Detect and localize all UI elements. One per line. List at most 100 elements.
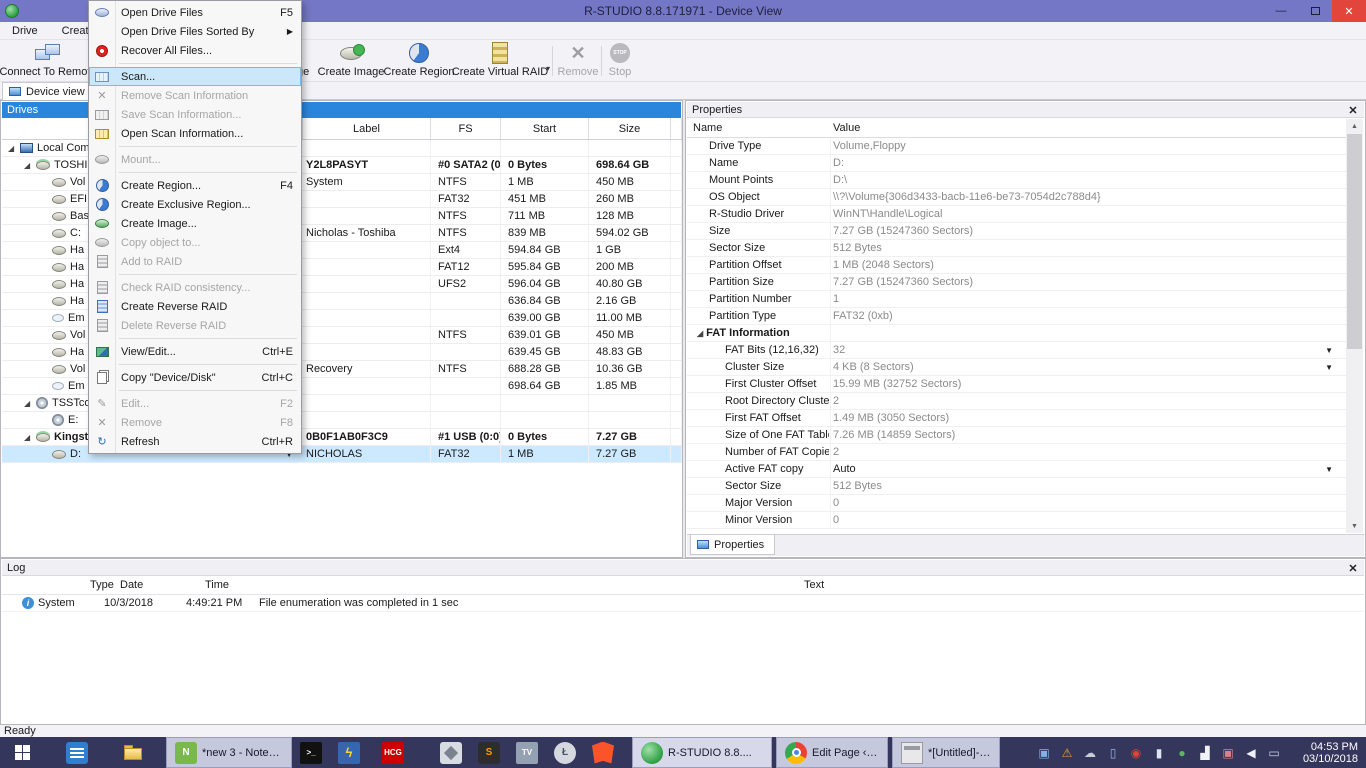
tree-expander-icon[interactable]: ◢	[24, 395, 36, 411]
property-row-mount-points[interactable]: Mount PointsD:\	[687, 172, 1347, 189]
menubar-item-drive[interactable]: Drive	[0, 22, 50, 40]
log-close-icon[interactable]: ✕	[1347, 561, 1359, 577]
taskbar-cmd-icon[interactable]: >_	[292, 737, 330, 768]
log-column-header-type[interactable]: Type	[90, 576, 114, 595]
log-column-header-time[interactable]: Time	[205, 576, 229, 595]
close-button[interactable]: ✕	[1332, 0, 1366, 22]
menu-item-open-drive-files[interactable]: Open Drive FilesF5	[89, 3, 301, 22]
property-row-size-of-one-fat-table[interactable]: Size of One FAT Table7.26 MB (14859 Sect…	[687, 427, 1347, 444]
scrollbar-thumb[interactable]	[1347, 134, 1362, 349]
create-image-button[interactable]: Create Image	[318, 41, 384, 81]
menu-item-open-drive-files-sorted-by[interactable]: Open Drive Files Sorted By▶	[89, 22, 301, 41]
log-column-header-text[interactable]: Text	[804, 576, 824, 595]
menu-item-open-scan-information[interactable]: Open Scan Information...	[89, 124, 301, 143]
property-row-fat-bits-12-16-32[interactable]: FAT Bits (12,16,32)32▼	[687, 342, 1347, 359]
menu-item-create-exclusive-region[interactable]: Create Exclusive Region...	[89, 195, 301, 214]
menu-item-view-edit[interactable]: View/Edit...Ctrl+E	[89, 342, 301, 361]
column-header-fs[interactable]: FS	[431, 118, 501, 139]
property-row-size[interactable]: Size7.27 GB (15247360 Sectors)	[687, 223, 1347, 240]
virtual-raid-dropdown-icon[interactable]: ▾	[546, 64, 550, 73]
property-row-major-version[interactable]: Major Version0	[687, 495, 1347, 512]
scroll-down-icon[interactable]: ▼	[1346, 519, 1363, 533]
property-row-active-fat-copy[interactable]: Active FAT copyAuto▼	[687, 461, 1347, 478]
tray-signal-icon[interactable]: ▟	[1197, 746, 1213, 760]
menu-item-create-region[interactable]: Create Region...F4	[89, 176, 301, 195]
create-virtual-raid-button[interactable]: Create Virtual RAID	[456, 41, 544, 81]
menu-item-refresh[interactable]: ↻RefreshCtrl+R	[89, 432, 301, 451]
tray-laptop-icon[interactable]: ▯	[1105, 746, 1121, 760]
property-row-sector-size[interactable]: Sector Size512 Bytes	[687, 240, 1347, 257]
taskbar-hcg-icon[interactable]: HCG	[374, 737, 412, 768]
taskbar-litecoin-icon[interactable]: Ł	[546, 737, 584, 768]
column-header-size[interactable]: Size	[589, 118, 671, 139]
property-value: 7.27 GB (15247360 Sectors)	[833, 223, 1317, 240]
tray-location-icon[interactable]: ◉	[1128, 746, 1144, 760]
property-row-first-fat-offset[interactable]: First FAT Offset1.49 MB (3050 Sectors)	[687, 410, 1347, 427]
tray-network-error-icon[interactable]: ▣	[1220, 746, 1236, 760]
taskbar-settings-icon[interactable]	[58, 737, 96, 768]
property-row-sector-size[interactable]: Sector Size512 Bytes	[687, 478, 1347, 495]
property-row-partition-offset[interactable]: Partition Offset1 MB (2048 Sectors)	[687, 257, 1347, 274]
minimize-button[interactable]: —	[1264, 0, 1298, 22]
value-dropdown-icon[interactable]: ▼	[1325, 461, 1333, 478]
start-button[interactable]	[0, 737, 44, 768]
log-column-header-date[interactable]: Date	[120, 576, 143, 595]
property-row-number-of-fat-copies[interactable]: Number of FAT Copies2	[687, 444, 1347, 461]
tree-expander-icon[interactable]: ◢	[24, 429, 36, 445]
tray-battery-icon[interactable]: ▮	[1151, 746, 1167, 760]
taskbar-chrome-window[interactable]: Edit Page ‹ Ko...	[776, 737, 888, 768]
menu-item-recover-all-files[interactable]: Recover All Files...	[89, 41, 301, 60]
taskbar-notepad-window[interactable]: N*new 3 - Notep...	[166, 737, 292, 768]
property-row-drive-type[interactable]: Drive TypeVolume,Floppy	[687, 138, 1347, 155]
value-dropdown-icon[interactable]: ▼	[1325, 342, 1333, 359]
properties-scrollbar[interactable]: ▲ ▼	[1346, 119, 1363, 533]
create-region-button[interactable]: Create Region	[386, 41, 452, 81]
taskbar-remote-desktop-icon[interactable]: ϟ	[330, 737, 368, 768]
tray-cloud-warning-icon[interactable]: ☁	[1082, 746, 1098, 760]
tab-properties[interactable]: Properties	[690, 535, 775, 555]
taskbar-brave-icon[interactable]	[584, 737, 622, 768]
tray-display-icon[interactable]: ▣	[1036, 746, 1052, 760]
column-header-label[interactable]: Label	[303, 118, 431, 139]
menu-item-scan[interactable]: Scan...	[89, 67, 301, 86]
tree-expander-icon[interactable]: ◢	[8, 140, 20, 156]
column-header-start[interactable]: Start	[501, 118, 589, 139]
property-row-partition-size[interactable]: Partition Size7.27 GB (15247360 Sectors)	[687, 274, 1347, 291]
tray-alert-icon[interactable]: ⚠	[1059, 746, 1075, 760]
scroll-up-icon[interactable]: ▲	[1346, 119, 1363, 133]
connect-to-remote-button[interactable]: Connect To Remote	[2, 41, 94, 81]
maximize-button[interactable]	[1298, 0, 1332, 22]
log-panel-header[interactable]: Log ✕	[2, 560, 1364, 576]
tray-usb-safe-remove-icon[interactable]: ●	[1174, 746, 1190, 760]
properties-close-icon[interactable]: ✕	[1347, 103, 1359, 119]
properties-panel-header[interactable]: Properties ✕	[687, 102, 1364, 118]
property-row-first-cluster-offset[interactable]: First Cluster Offset15.99 MB (32752 Sect…	[687, 376, 1347, 393]
value-dropdown-icon[interactable]: ▼	[1325, 359, 1333, 376]
menu-item-copy-device-disk[interactable]: Copy "Device/Disk"Ctrl+C	[89, 368, 301, 387]
taskbar-explorer-icon[interactable]	[114, 737, 152, 768]
property-row-root-directory-cluster[interactable]: Root Directory Cluster2	[687, 393, 1347, 410]
tree-expander-icon[interactable]: ◢	[24, 157, 36, 173]
taskbar-tv-icon[interactable]: TV	[508, 737, 546, 768]
group-expander-icon[interactable]: ◢	[697, 329, 703, 338]
menu-item-check-raid-consistency: Check RAID consistency...	[89, 278, 301, 297]
tray-monitor-icon[interactable]: ▭	[1266, 746, 1282, 760]
property-row-cluster-size[interactable]: Cluster Size4 KB (8 Sectors)▼	[687, 359, 1347, 376]
property-row-minor-version[interactable]: Minor Version0	[687, 512, 1347, 529]
property-row-r-studio-driver[interactable]: R-Studio DriverWinNT\Handle\Logical	[687, 206, 1347, 223]
tray-volume-icon[interactable]: ◀	[1243, 746, 1259, 760]
menu-item-create-image[interactable]: Create Image...	[89, 214, 301, 233]
taskbar-rstudio-window[interactable]: R-STUDIO 8.8....	[632, 737, 772, 768]
property-row-os-object[interactable]: OS Object\\?\Volume{306d3433-bacb-11e6-b…	[687, 189, 1347, 206]
property-row-fat-information[interactable]: ◢FAT Information	[687, 325, 1347, 342]
log-row[interactable]: iSystem10/3/20184:49:21 PMFile enumerati…	[2, 595, 1364, 612]
taskbar-virtualbox-icon[interactable]	[432, 737, 470, 768]
property-row-name[interactable]: NameD:	[687, 155, 1347, 172]
property-row-partition-number[interactable]: Partition Number1	[687, 291, 1347, 308]
taskbar-clock[interactable]: 04:53 PM 03/10/2018	[1288, 741, 1366, 765]
taskbar-sublime-icon[interactable]: S	[470, 737, 508, 768]
menu-item-create-reverse-raid[interactable]: Create Reverse RAID	[89, 297, 301, 316]
taskbar-untitled-window[interactable]: *[Untitled]-5.0 ...	[892, 737, 1000, 768]
property-row-partition-type[interactable]: Partition TypeFAT32 (0xb)	[687, 308, 1347, 325]
tab-device-view[interactable]: Device view	[2, 82, 96, 100]
